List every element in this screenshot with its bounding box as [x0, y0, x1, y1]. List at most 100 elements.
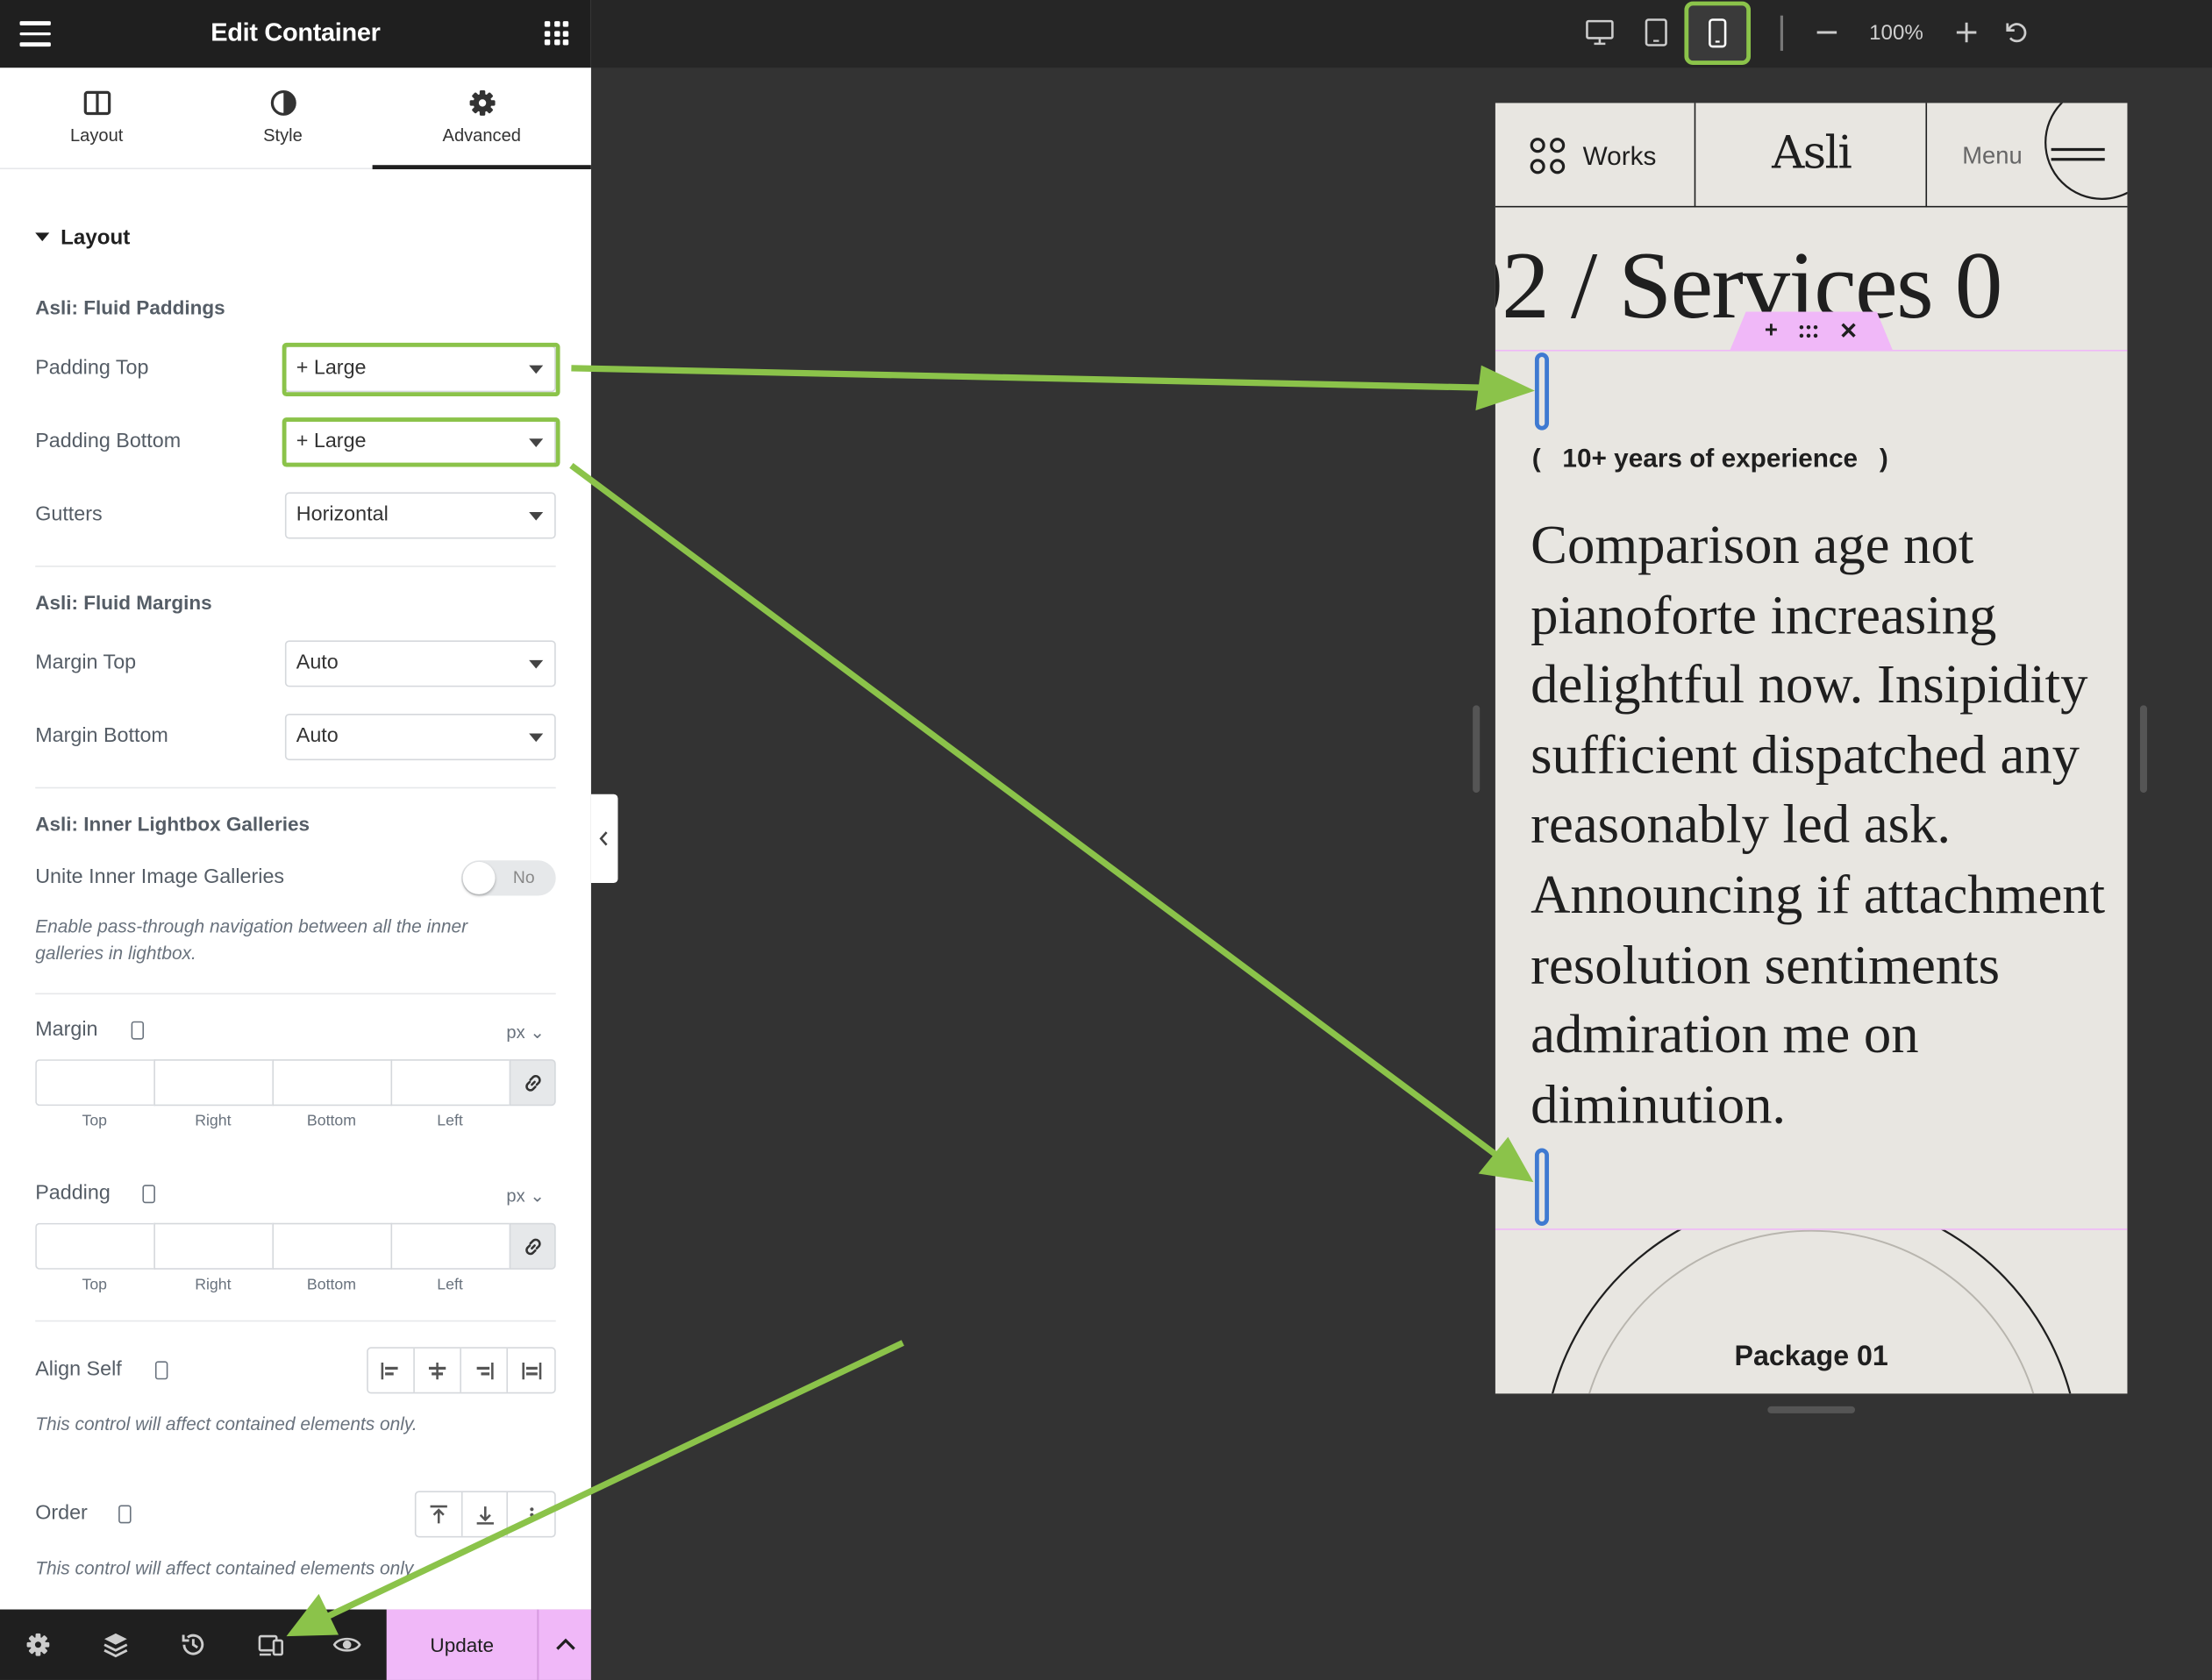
- align-start-button[interactable]: [368, 1348, 415, 1392]
- tablet-icon[interactable]: [1641, 17, 1672, 47]
- settings-gear-icon[interactable]: [23, 1629, 54, 1660]
- tab-advanced-label: Advanced: [442, 125, 521, 146]
- mobile-device-icon[interactable]: [154, 1361, 168, 1380]
- grid-dots-icon[interactable]: [1530, 137, 1569, 176]
- margin-unit: px: [506, 1022, 525, 1043]
- tab-style[interactable]: Style: [193, 68, 372, 169]
- align-self-choices: [367, 1347, 556, 1394]
- collapse-panel-button[interactable]: [590, 794, 618, 884]
- order-choices: [414, 1491, 556, 1538]
- side-label-top: Top: [82, 1276, 108, 1294]
- margin-top-select[interactable]: Auto: [284, 640, 556, 687]
- history-icon[interactable]: [178, 1629, 209, 1660]
- order-start-button[interactable]: [416, 1492, 463, 1536]
- tab-advanced[interactable]: Advanced: [372, 68, 591, 170]
- update-options-button[interactable]: [537, 1609, 591, 1680]
- gutters-label: Gutters: [35, 503, 103, 527]
- align-self-label: Align Self: [35, 1358, 122, 1381]
- mobile-preview: Works Asli Menu s 02 / Services 0 + ✕ ( …: [1495, 103, 2128, 1394]
- align-self-note: This control will affect contained eleme…: [35, 1413, 417, 1435]
- group-heading-lightbox: Asli: Inner Lightbox Galleries: [35, 812, 310, 836]
- burger-circle-icon[interactable]: [2043, 103, 2128, 207]
- layers-icon[interactable]: [100, 1629, 131, 1660]
- zoom-level: 100%: [1869, 21, 1923, 46]
- menu-link[interactable]: Menu: [1962, 142, 2022, 170]
- resize-handle-bottom[interactable]: [1767, 1406, 1856, 1413]
- padding-left-input[interactable]: [390, 1222, 510, 1270]
- resize-handle-left[interactable]: [1473, 705, 1481, 794]
- close-icon[interactable]: ✕: [1839, 317, 1859, 345]
- order-end-button[interactable]: [462, 1492, 509, 1536]
- preview-eye-icon[interactable]: [332, 1629, 362, 1660]
- mobile-device-icon[interactable]: [142, 1185, 155, 1204]
- site-nav: Works Asli Menu: [1495, 103, 2128, 208]
- section-toggle-layout[interactable]: Layout: [35, 225, 131, 250]
- side-label-right: Right: [195, 1276, 232, 1294]
- nav-divider: [1925, 103, 1928, 208]
- order-custom-button[interactable]: [509, 1492, 555, 1536]
- add-icon[interactable]: +: [1765, 319, 1778, 345]
- desktop-icon[interactable]: [1584, 17, 1615, 47]
- align-start-icon: [381, 1362, 398, 1379]
- divider: [35, 787, 556, 789]
- margin-bottom-input[interactable]: [272, 1059, 391, 1107]
- margin-label: Margin: [35, 1018, 98, 1042]
- chevron-up-icon: [556, 1638, 575, 1650]
- section-title: Layout: [61, 225, 131, 250]
- padding-top-input[interactable]: [35, 1222, 154, 1270]
- padding-bottom-input[interactable]: [272, 1222, 391, 1270]
- drag-handle-icon[interactable]: [1797, 323, 1820, 339]
- works-link[interactable]: Works: [1583, 141, 1657, 172]
- more-vertical-icon: [529, 1506, 533, 1522]
- margin-top-input[interactable]: [35, 1059, 154, 1107]
- padding-right-input[interactable]: [153, 1222, 273, 1270]
- mobile-device-button[interactable]: [1684, 1, 1752, 66]
- order-note: This control will affect contained eleme…: [35, 1557, 417, 1579]
- margin-bottom-value: Auto: [296, 724, 339, 748]
- toolbar-divider: [1780, 15, 1783, 51]
- tab-layout[interactable]: Layout: [0, 68, 193, 169]
- package-title: Package 01: [1734, 1341, 1888, 1373]
- gear-icon: [468, 89, 495, 116]
- link-icon: [524, 1237, 540, 1255]
- padding-unit: px: [506, 1185, 525, 1207]
- update-button[interactable]: Update: [386, 1609, 538, 1680]
- widgets-grid-icon[interactable]: [544, 21, 569, 46]
- panel-tabs: Layout Style Advanced: [0, 68, 591, 170]
- divider: [35, 1320, 556, 1322]
- unite-galleries-toggle[interactable]: No: [460, 860, 556, 896]
- align-stretch-button[interactable]: [508, 1349, 554, 1392]
- site-logo[interactable]: Asli: [1695, 125, 1927, 179]
- margin-bottom-select[interactable]: Auto: [284, 714, 556, 761]
- zoom-out-icon[interactable]: [1811, 17, 1842, 47]
- align-center-button[interactable]: [415, 1348, 461, 1392]
- side-label-left: Left: [437, 1276, 463, 1294]
- responsive-mode-icon[interactable]: [255, 1629, 286, 1660]
- divider: [35, 993, 556, 995]
- resize-handle-right[interactable]: [2139, 705, 2147, 794]
- caret-down-icon: [529, 659, 544, 669]
- margin-right-input[interactable]: [153, 1059, 273, 1107]
- side-label-top: Top: [82, 1113, 108, 1130]
- experience-label: ( 10+ years of experience ): [1531, 443, 1888, 473]
- link-icon: [524, 1074, 540, 1091]
- link-values-button[interactable]: [509, 1059, 556, 1107]
- padding-label: Padding: [35, 1182, 111, 1205]
- mobile-device-icon[interactable]: [131, 1021, 145, 1040]
- side-label-bottom: Bottom: [306, 1113, 356, 1130]
- tab-style-label: Style: [263, 125, 303, 146]
- margin-unit-select[interactable]: px ⌄: [506, 1022, 545, 1043]
- side-label-right: Right: [195, 1113, 232, 1130]
- link-values-button[interactable]: [509, 1222, 556, 1270]
- padding-unit-select[interactable]: px ⌄: [506, 1185, 545, 1207]
- unite-galleries-label: Unite Inner Image Galleries: [35, 865, 285, 889]
- mobile-icon: [1709, 18, 1727, 48]
- mobile-device-icon[interactable]: [118, 1505, 132, 1524]
- group-heading-fluid-margins: Asli: Fluid Margins: [35, 591, 212, 614]
- reset-zoom-icon[interactable]: [2001, 17, 2031, 47]
- zoom-in-icon[interactable]: [1951, 17, 1981, 47]
- gutters-select[interactable]: Horizontal: [284, 492, 556, 539]
- body-paragraph: Comparison age not pianoforte increasing…: [1531, 515, 2106, 1135]
- align-end-button[interactable]: [461, 1348, 509, 1392]
- margin-left-input[interactable]: [390, 1059, 510, 1107]
